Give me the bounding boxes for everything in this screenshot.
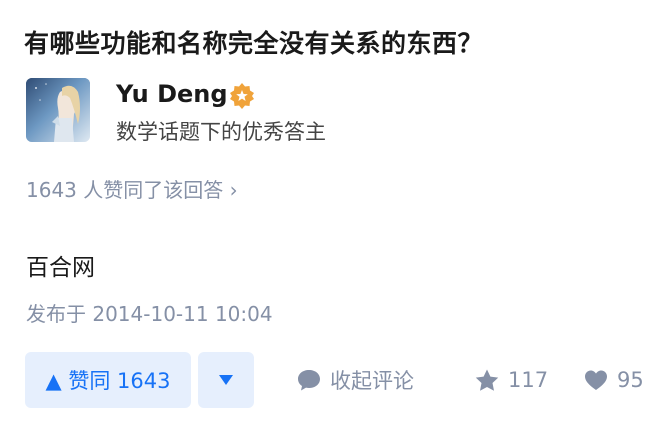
avatar-illustration [26,78,90,142]
orange-star-badge-icon [228,82,256,110]
star-icon [475,369,499,391]
favorite-button[interactable]: 117 [474,352,548,408]
favorite-count: 117 [508,368,549,392]
action-bar: ▲ 赞同 1643 收起评论 117 95 [0,352,659,408]
author-info: Yu Deng 数学话题下的优秀答主 [26,78,626,146]
like-count: 95 [617,368,644,392]
answer-card: 有哪些功能和名称完全没有关系的东西？ Yu Deng 数学话题下的优秀答主 16… [0,0,659,421]
vote-summary-link[interactable]: 1643 人赞同了该回答 › [26,174,238,203]
triangle-down-icon [219,375,233,385]
author-description: 数学话题下的优秀答主 [116,120,326,144]
comment-icon [298,370,320,391]
heart-icon [585,370,607,390]
comment-label: 收起评论 [330,369,414,393]
collapse-comments-button[interactable]: 收起评论 [296,352,414,408]
upvote-button[interactable]: ▲ 赞同 1643 [25,352,191,408]
like-button[interactable]: 95 [583,352,644,408]
avatar[interactable] [26,78,90,142]
publish-time: 发布于 2014-10-11 10:04 [26,302,273,326]
author-name[interactable]: Yu Deng [116,80,228,108]
upvote-label: ▲ 赞同 1643 [45,369,171,393]
answer-content: 百合网 [26,255,95,281]
question-title[interactable]: 有哪些功能和名称完全没有关系的东西？ [24,24,483,60]
downvote-button[interactable] [198,352,254,408]
